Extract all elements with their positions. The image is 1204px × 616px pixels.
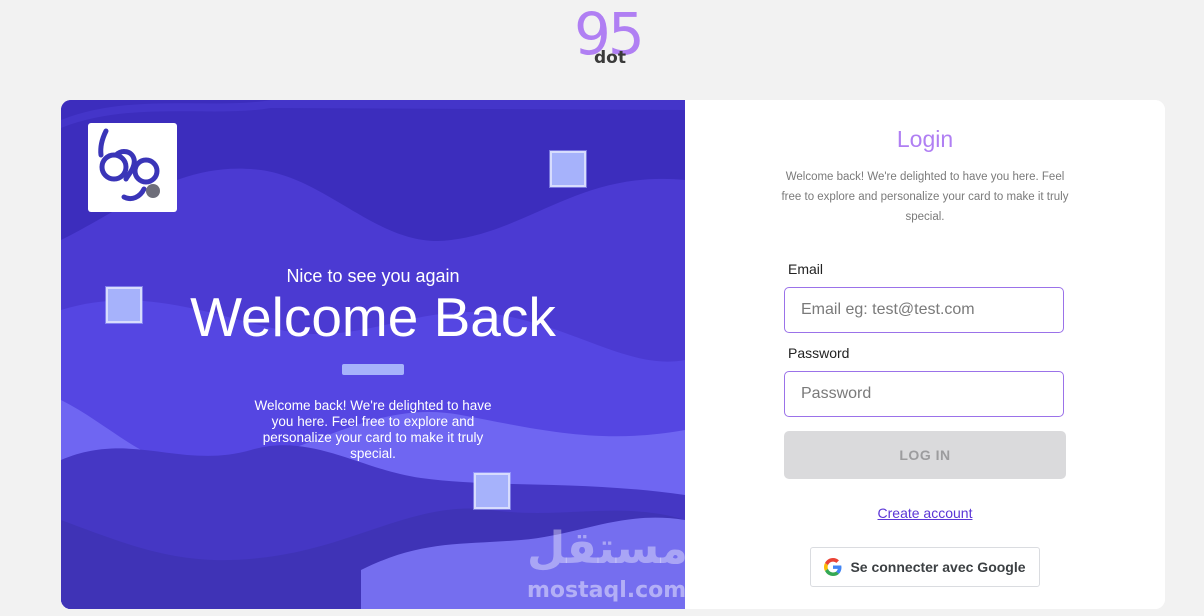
watermark-arabic: مستقل: [527, 523, 685, 574]
email-field[interactable]: [784, 287, 1064, 333]
google-g-icon: [824, 558, 842, 576]
watermark-url: mostaql.com: [527, 578, 685, 603]
password-field[interactable]: [784, 371, 1064, 417]
create-account-link[interactable]: Create account: [685, 505, 1165, 521]
email-label: Email: [788, 261, 824, 277]
brand-header: 95 dot: [0, 0, 1204, 80]
login-title: Login: [896, 126, 954, 152]
password-label: Password: [788, 345, 850, 361]
login-card: Nice to see you again Welcome Back Welco…: [61, 100, 1165, 609]
decor-square: [550, 151, 586, 187]
login-button[interactable]: LOG IN: [784, 431, 1066, 479]
login-description: Welcome back! We're delighted to have yo…: [781, 171, 1069, 223]
google-signin-button[interactable]: Se connecter avec Google: [810, 547, 1040, 587]
brand-sub: dot: [594, 48, 626, 68]
hero-panel: Nice to see you again Welcome Back Welco…: [61, 100, 685, 609]
hero-description: Welcome back! We're delighted to have yo…: [254, 398, 492, 461]
decor-square: [474, 473, 510, 509]
95dot-logo-icon: [98, 128, 160, 202]
login-panel: Login Welcome back! We're delighted to h…: [685, 100, 1165, 609]
app-logo: [88, 123, 177, 212]
google-button-label: Se connecter avec Google: [850, 559, 1026, 575]
hero-title: Welcome Back: [190, 286, 556, 348]
hero-divider: [342, 364, 404, 375]
